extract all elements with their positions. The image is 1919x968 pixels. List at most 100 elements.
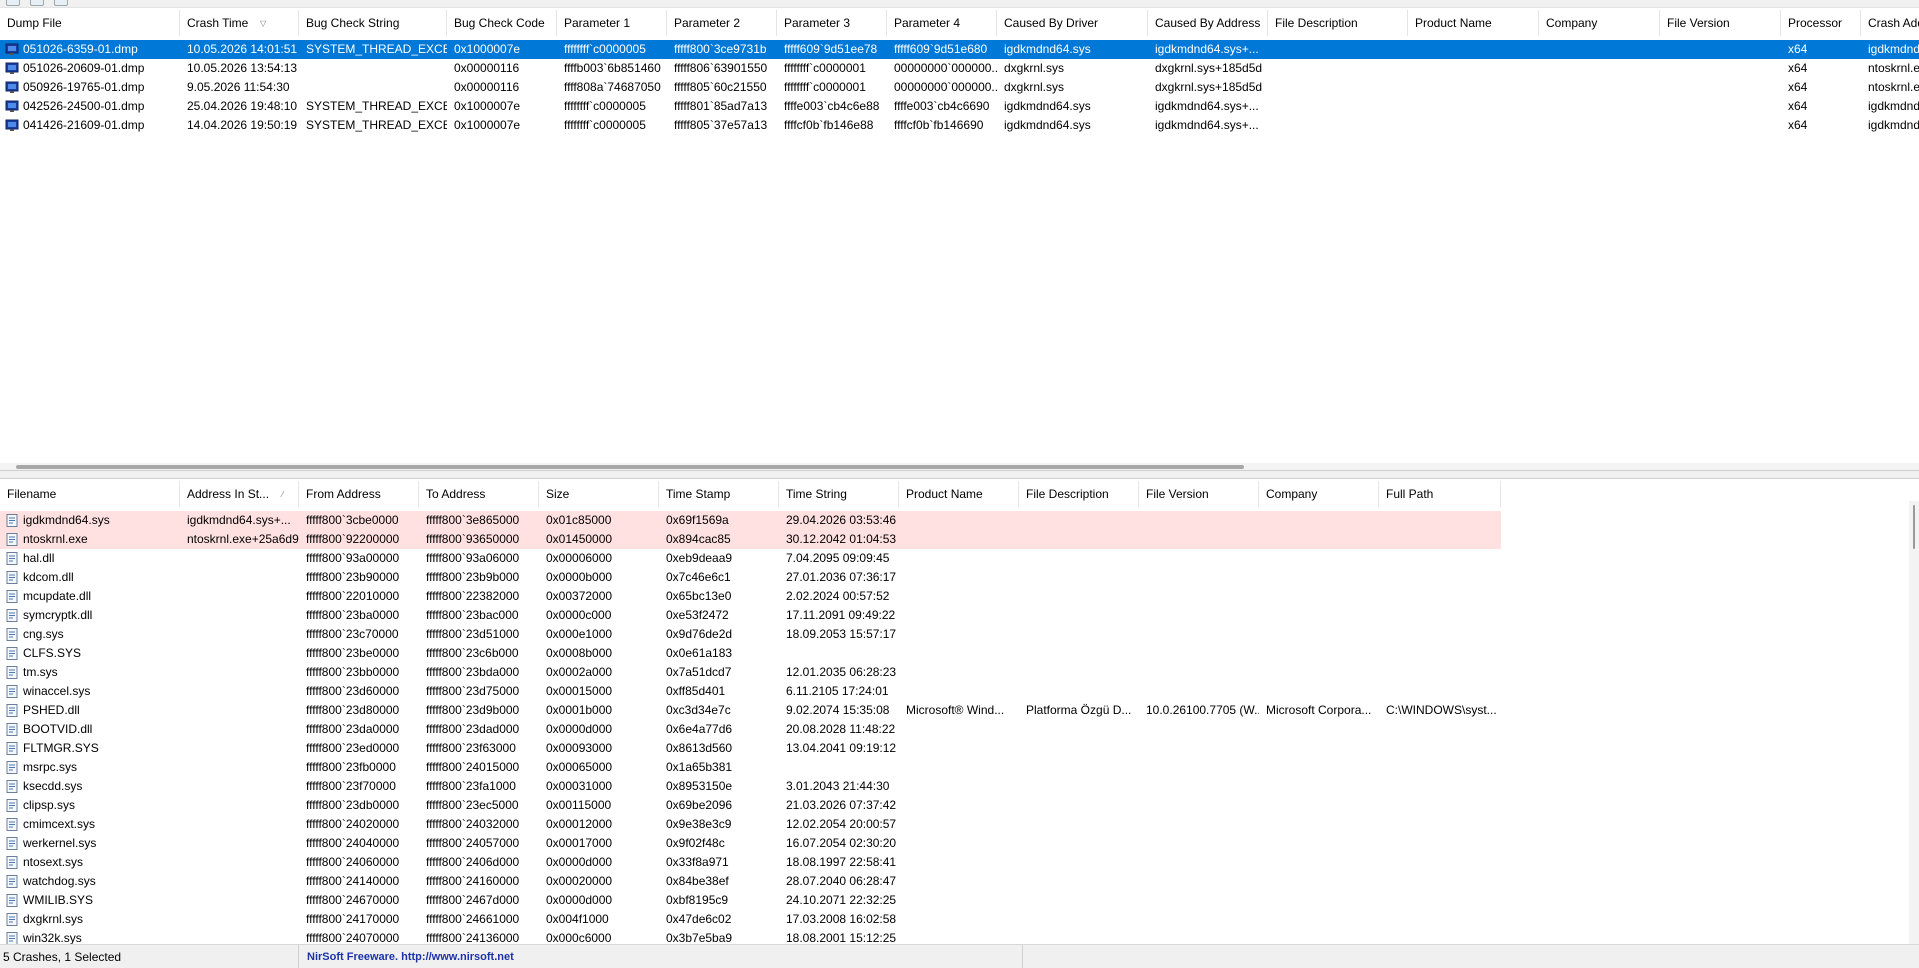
module-row[interactable]: ntoskrnl.exe ntoskrnl.exe+25a6d9 fffff800`… <box>0 530 1919 549</box>
toolbar-button-icon[interactable] <box>30 0 44 6</box>
module-row[interactable]: WMILIB.SYS fffff800`24670000 fffff800`2467… <box>0 891 1919 910</box>
full-path-cell <box>1379 910 1501 929</box>
address-in-stack-cell <box>180 701 299 720</box>
module-row[interactable]: werkernel.sys fffff800`24040000 fffff800`2… <box>0 834 1919 853</box>
caused-by-address-cell: igdkmdnd64.sys+... <box>1155 42 1259 56</box>
module-row[interactable]: cng.sys fffff800`23c70000 fffff800`23d5100… <box>0 625 1919 644</box>
module-row[interactable]: CLFS.SYS fffff800`23be0000 fffff800`23c6b0… <box>0 644 1919 663</box>
file-version-cell <box>1139 644 1259 663</box>
module-row[interactable]: dxgkrnl.sys fffff800`24170000 fffff800`246… <box>0 910 1919 929</box>
module-row[interactable]: PSHED.dll fffff800`23d80000 fffff800`23d9b… <box>0 701 1919 720</box>
column-header-crash-time[interactable]: Crash Time <box>180 10 299 36</box>
to-address-cell: fffff800`23d51000 <box>426 627 520 641</box>
module-list-vertical-scrollbar[interactable] <box>1909 501 1919 944</box>
module-row[interactable]: cmimcext.sys fffff800`24020000 fffff800`24… <box>0 815 1919 834</box>
column-header-size[interactable]: Size <box>539 481 659 507</box>
parameter-1-cell: ffffffff`c0000005 <box>564 99 646 113</box>
size-cell: 0x0008b000 <box>546 646 613 660</box>
time-string-cell <box>779 758 899 777</box>
time-stamp-cell: 0xff85d401 <box>666 684 726 698</box>
column-header-bug-check-code[interactable]: Bug Check Code <box>447 10 557 36</box>
column-header-caused-by-address[interactable]: Caused By Address <box>1148 10 1268 36</box>
column-header-parameter-1[interactable]: Parameter 1 <box>557 10 667 36</box>
time-string-cell: 27.01.2036 07:36:17 <box>786 570 897 584</box>
product-name-cell <box>899 758 1019 777</box>
nirsoft-link[interactable]: NirSoft Freeware. http://www.nirsoft.net <box>299 945 1023 968</box>
crash-row[interactable]: 051026-20609-01.dmp 10.05.2026 13:54:13 … <box>0 59 1919 78</box>
parameter-1-cell: ffffffff`c0000005 <box>564 118 646 132</box>
module-row[interactable]: clipsp.sys fffff800`23db0000 fffff800`23ec… <box>0 796 1919 815</box>
crash-list[interactable]: Dump File Crash Time ▽ Bug Check String … <box>0 8 1919 471</box>
module-row[interactable]: mcupdate.dll fffff800`22010000 fffff800`22… <box>0 587 1919 606</box>
column-header-to-address[interactable]: To Address <box>419 481 539 507</box>
column-header-caused-by-driver[interactable]: Caused By Driver <box>997 10 1148 36</box>
processor-cell: x64 <box>1788 99 1808 113</box>
time-stamp-cell: 0xeb9deaa9 <box>666 551 733 565</box>
module-row[interactable]: watchdog.sys fffff800`24140000 fffff800`24… <box>0 872 1919 891</box>
column-header-product-name[interactable]: Product Name <box>1408 10 1539 36</box>
column-header-parameter-3[interactable]: Parameter 3 <box>777 10 887 36</box>
from-address-cell: fffff800`24670000 <box>306 893 400 907</box>
file-description-cell <box>1019 625 1139 644</box>
module-row[interactable]: hal.dll fffff800`93a00000 fffff800`93a0600… <box>0 549 1919 568</box>
column-header-parameter-2[interactable]: Parameter 2 <box>667 10 777 36</box>
column-header-time-string[interactable]: Time String <box>779 481 899 507</box>
column-header-file-description[interactable]: File Description <box>1019 481 1139 507</box>
time-string-cell: 18.09.2053 15:57:17 <box>786 627 897 641</box>
column-header-filename[interactable]: Filename <box>0 481 180 507</box>
scrollbar-thumb[interactable] <box>16 465 1244 469</box>
column-header-file-version[interactable]: File Version <box>1139 481 1259 507</box>
toolbar-button-icon[interactable] <box>54 0 68 6</box>
to-address-cell: fffff800`23d9b000 <box>426 703 520 717</box>
bug-check-string-cell: SYSTEM_THREAD_EXCE... <box>306 118 447 132</box>
toolbar-button-icon[interactable] <box>6 0 20 6</box>
column-header-crash-address[interactable]: Crash Add <box>1861 10 1919 36</box>
column-header-full-path[interactable]: Full Path <box>1379 481 1501 507</box>
column-header-time-stamp[interactable]: Time Stamp <box>659 481 779 507</box>
file-description-cell <box>1019 549 1139 568</box>
scrollbar-thumb[interactable] <box>1913 505 1915 549</box>
to-address-cell: fffff800`23bac000 <box>426 608 519 622</box>
crash-row[interactable]: 051026-6359-01.dmp 10.05.2026 14:01:51 S… <box>0 40 1919 59</box>
full-path-cell <box>1379 834 1501 853</box>
module-row[interactable]: msrpc.sys fffff800`23fb0000 fffff800`24015… <box>0 758 1919 777</box>
module-row[interactable]: tm.sys fffff800`23bb0000 fffff800`23bda000… <box>0 663 1919 682</box>
size-cell: 0x004f1000 <box>546 912 609 926</box>
column-header-product-name[interactable]: Product Name <box>899 481 1019 507</box>
full-path-cell <box>1379 872 1501 891</box>
column-header-from-address[interactable]: From Address <box>299 481 419 507</box>
column-header-dump-file[interactable]: Dump File <box>0 10 180 36</box>
column-header-file-version[interactable]: File Version <box>1660 10 1781 36</box>
parameter-3-cell: ffffffff`c0000001 <box>784 61 866 75</box>
address-in-stack-cell <box>180 910 299 929</box>
crash-row[interactable]: 042526-24500-01.dmp 25.04.2026 19:48:10 … <box>0 97 1919 116</box>
module-row[interactable]: win32k.sys fffff800`24070000 fffff800`2413… <box>0 929 1919 944</box>
crash-row[interactable]: 050926-19765-01.dmp 9.05.2026 11:54:30 0… <box>0 78 1919 97</box>
file-description-cell: Platforma Özgü D... <box>1026 703 1132 717</box>
module-row[interactable]: kdcom.dll fffff800`23b90000 fffff800`23b9b… <box>0 568 1919 587</box>
module-row[interactable]: symcryptk.dll fffff800`23ba0000 fffff800`2… <box>0 606 1919 625</box>
module-row[interactable]: BOOTVID.dll fffff800`23da0000 fffff800`23d… <box>0 720 1919 739</box>
size-cell: 0x000c6000 <box>546 931 612 944</box>
column-header-parameter-4[interactable]: Parameter 4 <box>887 10 997 36</box>
column-header-company[interactable]: Company <box>1539 10 1660 36</box>
column-header-processor[interactable]: Processor <box>1781 10 1861 36</box>
module-row[interactable]: ntosext.sys fffff800`24060000 fffff800`240… <box>0 853 1919 872</box>
pane-splitter[interactable] <box>0 471 1919 478</box>
module-row[interactable]: igdkmdnd64.sys igdkmdnd64.sys+... fffff800… <box>0 511 1919 530</box>
company-cell <box>1259 549 1379 568</box>
module-row[interactable]: winaccel.sys fffff800`23d60000 fffff800`23… <box>0 682 1919 701</box>
module-row[interactable]: FLTMGR.SYS fffff800`23ed0000 fffff800`23f6… <box>0 739 1919 758</box>
from-address-cell: fffff800`23d80000 <box>306 703 400 717</box>
column-header-company[interactable]: Company <box>1259 481 1379 507</box>
column-header-file-description[interactable]: File Description <box>1268 10 1408 36</box>
crash-list-horizontal-scrollbar[interactable] <box>0 463 1919 470</box>
column-header-bug-check-string[interactable]: Bug Check String <box>299 10 447 36</box>
time-string-cell: 20.08.2028 11:48:22 <box>786 722 896 736</box>
full-path-cell <box>1379 663 1501 682</box>
full-path-cell <box>1379 511 1501 530</box>
module-row[interactable]: ksecdd.sys fffff800`23f70000 fffff800`23fa… <box>0 777 1919 796</box>
module-list[interactable]: Filename Address In St... ⁄ From Address… <box>0 478 1919 944</box>
module-list-header: Filename Address In St... ⁄ From Address… <box>0 481 1919 507</box>
crash-row[interactable]: 041426-21609-01.dmp 14.04.2026 19:50:19 … <box>0 116 1919 135</box>
